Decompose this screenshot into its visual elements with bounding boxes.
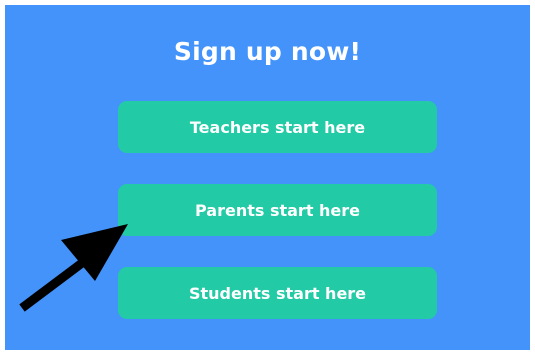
teachers-start-button[interactable]: Teachers start here [118, 101, 437, 153]
parents-start-button[interactable]: Parents start here [118, 184, 437, 236]
students-start-button[interactable]: Students start here [118, 267, 437, 319]
signup-title: Sign up now! [173, 37, 362, 66]
